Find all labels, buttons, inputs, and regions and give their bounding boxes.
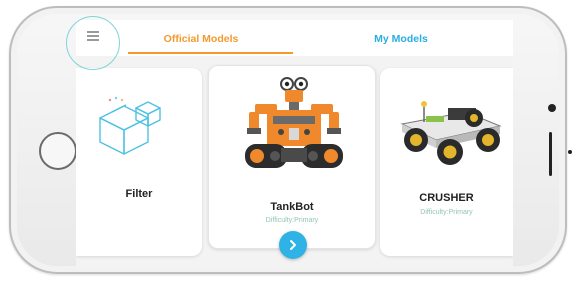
card-difficulty-tankbot: Difficulty:Primary [265, 217, 319, 224]
card-title-crusher: CRUSHER [419, 192, 474, 204]
tankbot-robot-image [245, 77, 343, 168]
filter-card[interactable]: Filter [76, 68, 202, 256]
next-button[interactable] [279, 231, 307, 259]
cube-filter-icon [99, 96, 161, 155]
hamburger-menu-icon[interactable] [87, 31, 99, 41]
home-button[interactable] [39, 132, 77, 170]
crusher-car-image [400, 101, 502, 165]
card-title-tankbot: TankBot [270, 201, 314, 213]
front-camera [548, 104, 556, 112]
chevron-right-icon [290, 240, 296, 250]
top-tab-bar: Official Models My Models [76, 20, 513, 56]
tab-my-models[interactable]: My Models [331, 20, 471, 56]
tab-official-models[interactable]: Official Models [116, 20, 286, 56]
active-tab-indicator [128, 52, 293, 54]
card-title-filter: Filter [125, 188, 153, 200]
proximity-sensor [568, 150, 572, 154]
card-difficulty-crusher: Difficulty:Primary [420, 209, 473, 216]
tankbot-card[interactable]: TankBot Difficulty:Primary [208, 65, 376, 249]
menu-button-ring[interactable] [66, 16, 120, 70]
earpiece-speaker [549, 132, 552, 176]
crusher-card[interactable]: CRUSHER Difficulty:Primary [380, 68, 513, 256]
